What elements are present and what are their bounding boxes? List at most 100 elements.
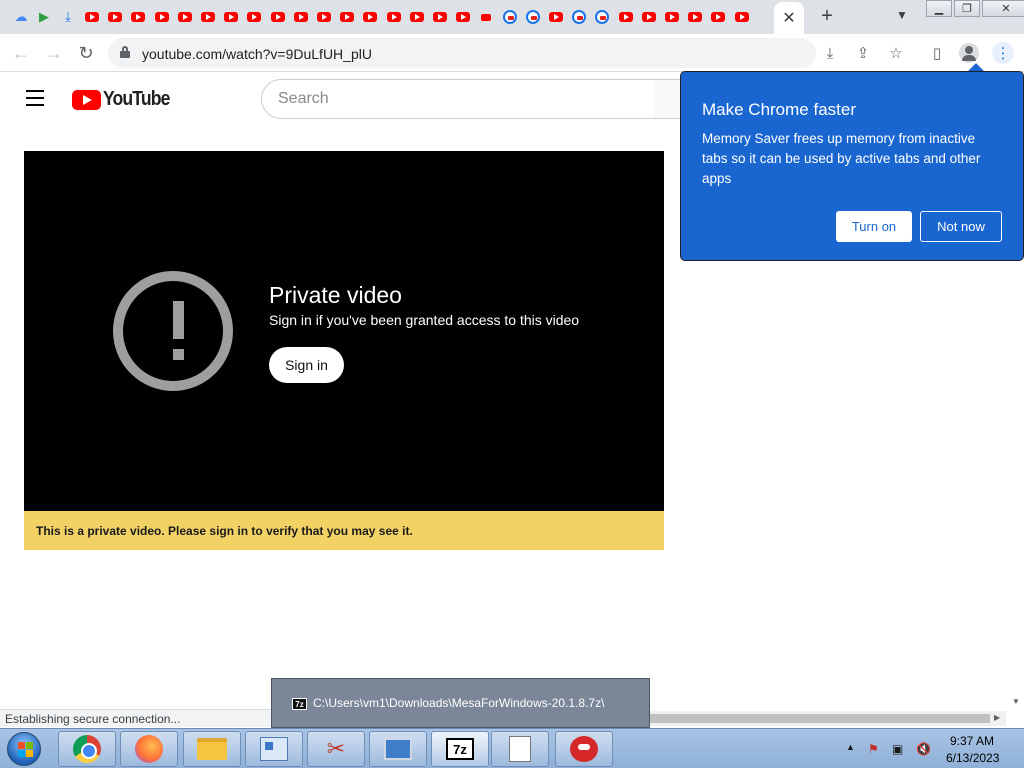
profile-icon[interactable]: [959, 43, 979, 63]
tab-youtube[interactable]: [684, 6, 706, 28]
cloud-icon: ☁: [14, 9, 28, 24]
tab-youtube[interactable]: [336, 6, 358, 28]
tab-cloud[interactable]: ☁: [10, 6, 32, 28]
tab-youtube[interactable]: [313, 6, 335, 28]
youtube-favicon-icon: [711, 12, 726, 22]
back-button[interactable]: ←: [9, 41, 33, 65]
clock-date[interactable]: 6/13/2023: [946, 751, 999, 765]
document-icon: [509, 736, 531, 762]
taskbar-control-panel[interactable]: [245, 731, 303, 767]
private-video-subtitle: Sign in if you've been granted access to…: [269, 312, 580, 328]
youtube-favicon-icon: [572, 10, 587, 24]
scroll-down-arrow-icon[interactable]: ▼: [1012, 697, 1020, 706]
tab-download[interactable]: ⤓: [57, 6, 79, 28]
tab-youtube[interactable]: [452, 6, 474, 28]
tab-youtube[interactable]: [545, 6, 567, 28]
youtube-favicon-icon: [247, 12, 262, 22]
minimize-button[interactable]: ▁: [926, 0, 952, 17]
not-now-button[interactable]: Not now: [920, 211, 1002, 242]
reload-button[interactable]: ↻: [74, 41, 98, 65]
tab-youtube[interactable]: [429, 6, 451, 28]
tab-youtube[interactable]: [406, 6, 428, 28]
firefox-icon: [135, 735, 163, 763]
youtube-favicon-icon: [502, 10, 517, 24]
volume-muted-icon[interactable]: 🔇: [916, 742, 931, 756]
youtube-favicon-icon: [85, 12, 99, 22]
tab-youtube[interactable]: [127, 6, 149, 28]
tab-youtube[interactable]: [197, 6, 219, 28]
system-tray: ▲ ⚑ ▣ 🔇 9:37 AM 6/13/2023: [842, 729, 1022, 768]
youtube-favicon-icon: [293, 12, 308, 22]
tab-youtube[interactable]: [267, 6, 289, 28]
youtube-favicon-icon: [270, 12, 285, 22]
close-window-button[interactable]: ✕: [982, 0, 1024, 17]
tab-youtube[interactable]: [104, 6, 126, 28]
folder-icon: [197, 738, 227, 760]
tab-youtube[interactable]: [568, 6, 590, 28]
popup-body: Memory Saver frees up memory from inacti…: [702, 131, 981, 186]
start-button[interactable]: [4, 731, 44, 767]
youtube-favicon-icon: [549, 12, 563, 22]
search-button[interactable]: [654, 79, 684, 119]
tab-youtube[interactable]: [661, 6, 683, 28]
close-tab-icon[interactable]: ✕: [782, 8, 795, 28]
tab-youtube[interactable]: [359, 6, 381, 28]
tab-youtube[interactable]: [151, 6, 173, 28]
taskbar-angry-birds[interactable]: [555, 731, 613, 767]
tab-youtube[interactable]: [638, 6, 660, 28]
tray-expand-icon[interactable]: ▲: [846, 742, 855, 752]
tab-youtube[interactable]: [290, 6, 312, 28]
clock-time[interactable]: 9:37 AM: [950, 734, 994, 748]
tab-youtube[interactable]: [522, 6, 544, 28]
youtube-favicon-icon: [665, 12, 679, 22]
lock-icon[interactable]: [120, 46, 130, 58]
status-bubble: Establishing secure connection...: [0, 709, 272, 727]
taskbar-remote-desktop[interactable]: [369, 731, 427, 767]
popup-title: Make Chrome faster: [702, 100, 856, 119]
bookmark-star-icon[interactable]: ☆: [886, 43, 906, 63]
youtube-logo[interactable]: YouTube: [72, 88, 179, 111]
tab-youtube[interactable]: [81, 6, 103, 28]
taskbar-chrome[interactable]: [58, 731, 116, 767]
turn-on-button[interactable]: Turn on: [836, 211, 912, 242]
share-icon[interactable]: ⇪: [853, 43, 873, 63]
window-controls: ▁ ❐ ✕: [926, 0, 1024, 18]
tab-youtube[interactable]: [499, 6, 521, 28]
tab-youtube[interactable]: [383, 6, 405, 28]
taskbar-firefox[interactable]: [120, 731, 178, 767]
tab-search-chevron-icon[interactable]: ▼: [896, 8, 908, 22]
taskbar-7zip[interactable]: 7z: [431, 731, 489, 767]
install-icon[interactable]: ⤓: [820, 43, 840, 63]
taskbar-notepad[interactable]: [491, 731, 549, 767]
tab-youtube[interactable]: [731, 6, 753, 28]
network-icon[interactable]: ▣: [892, 742, 903, 756]
tab-youtube[interactable]: [591, 6, 613, 28]
tab-youtube[interactable]: [475, 6, 497, 28]
taskbar-snipping-tool[interactable]: ✂: [307, 731, 365, 767]
hamburger-menu-icon[interactable]: [26, 90, 46, 106]
active-tab[interactable]: ✕: [774, 2, 804, 34]
tab-youtube[interactable]: [220, 6, 242, 28]
search-input[interactable]: Search: [261, 79, 655, 119]
action-center-icon[interactable]: ⚑: [868, 742, 879, 756]
taskbar-explorer[interactable]: [183, 731, 241, 767]
url-text[interactable]: youtube.com/watch?v=9DuLfUH_plU: [142, 46, 372, 62]
tab-youtube[interactable]: [615, 6, 637, 28]
new-tab-button[interactable]: +: [816, 5, 838, 27]
tab-youtube[interactable]: [243, 6, 265, 28]
address-bar[interactable]: youtube.com/watch?v=9DuLfUH_plU ⤓ ⇪ ☆: [108, 38, 903, 68]
tab-strip: ☁ ▶ ⤓ ✕ + ▼ ▁ ❐ ✕: [0, 0, 1024, 34]
tab-youtube[interactable]: [707, 6, 729, 28]
youtube-favicon-icon: [481, 13, 492, 21]
taskbar-preview-tooltip[interactable]: 7z C:\Users\vm1\Downloads\MesaForWindows…: [271, 678, 650, 728]
forward-button[interactable]: →: [42, 41, 66, 65]
restore-button[interactable]: ❐: [954, 0, 980, 17]
sign-in-button[interactable]: Sign in: [269, 347, 344, 383]
menu-kebab-icon[interactable]: ⋮: [992, 42, 1014, 64]
tab-youtube[interactable]: [174, 6, 196, 28]
side-panel-icon[interactable]: ▯: [927, 43, 947, 63]
scroll-right-arrow-icon[interactable]: ▶: [994, 713, 1000, 722]
tab-app[interactable]: ▶: [33, 6, 55, 28]
private-video-title: Private video: [269, 282, 402, 308]
youtube-favicon-icon: [340, 12, 355, 22]
